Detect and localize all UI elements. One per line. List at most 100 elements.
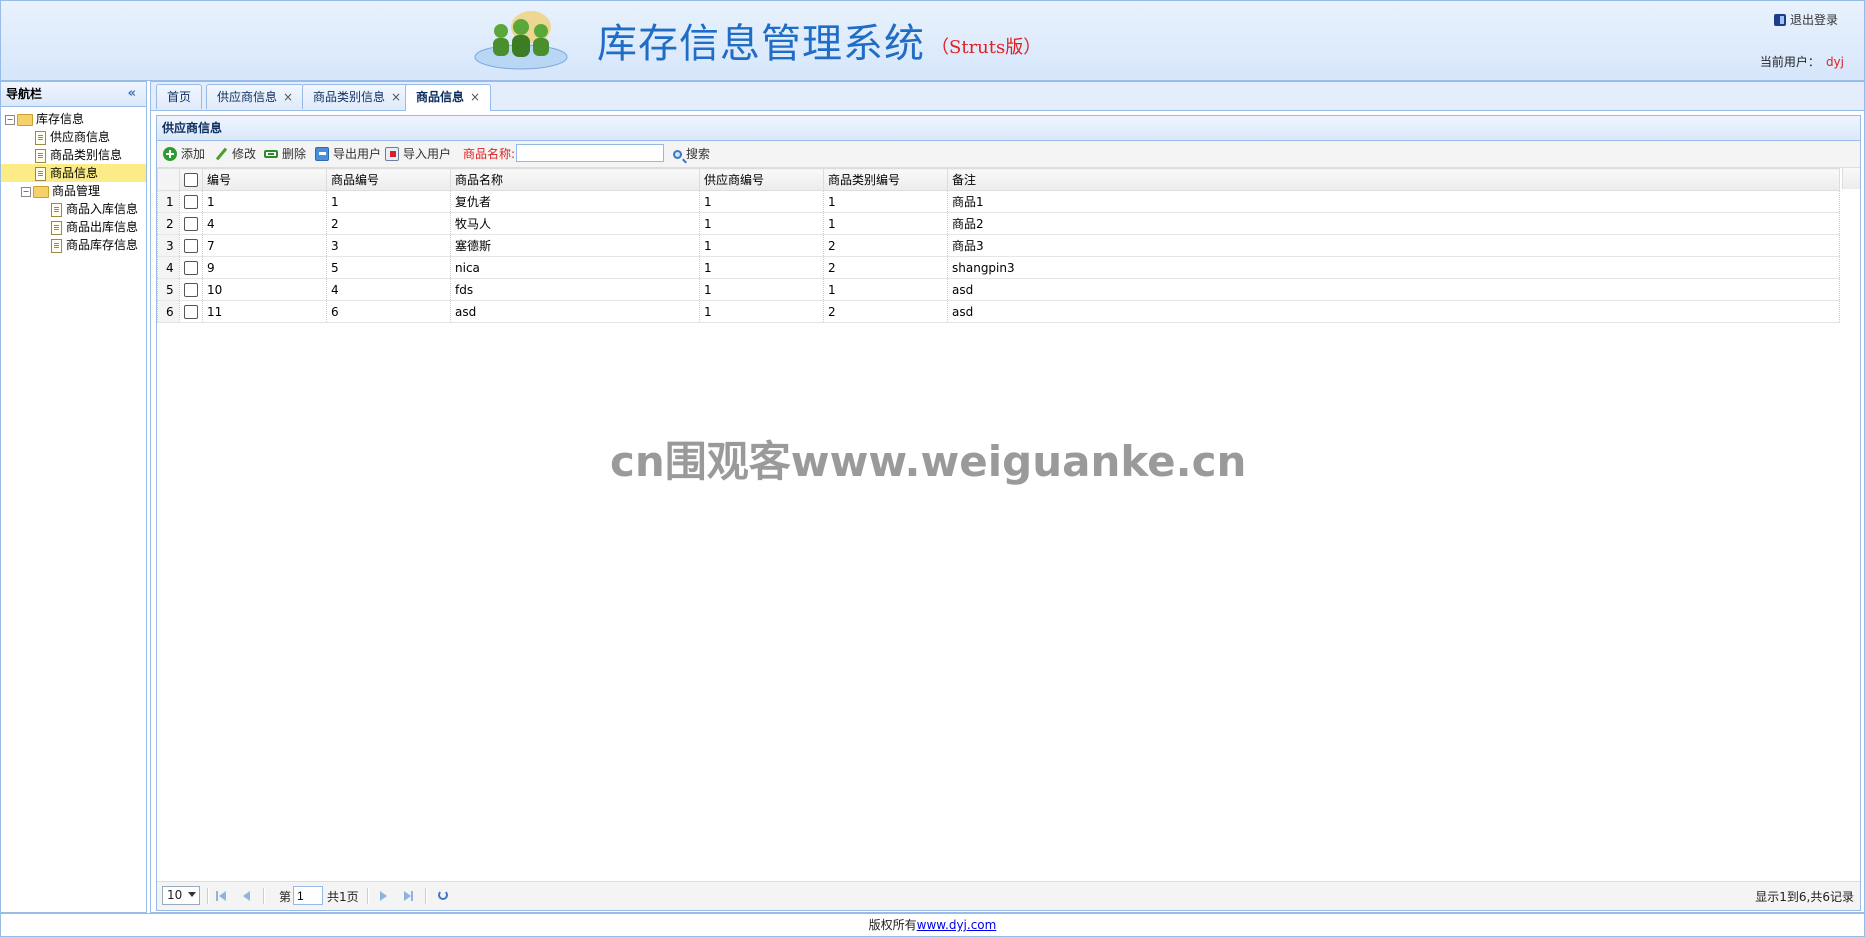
- cell-category-code: 2: [823, 256, 948, 279]
- table-row[interactable]: 5 10 4 fds 1 1 asd: [157, 278, 1840, 301]
- tree-item-stock-in[interactable]: 商品入库信息: [1, 200, 146, 218]
- tab-product[interactable]: 商品信息 ×: [405, 84, 492, 111]
- current-user-info: 当前用户： dyj: [1760, 53, 1844, 70]
- toolbar: 添加 修改 删除 导出用户 导入用户 商品名称: 搜索: [157, 141, 1860, 168]
- tree-collapse-icon[interactable]: −: [5, 114, 15, 125]
- checkbox-icon: [184, 304, 198, 319]
- tree-label: 商品库存信息: [66, 238, 139, 252]
- file-icon: [51, 202, 62, 217]
- cell-category-code: 2: [823, 300, 948, 323]
- cell-supplier-code: 1: [699, 212, 824, 235]
- file-icon: [35, 166, 46, 181]
- cell-product-name: asd: [450, 300, 700, 323]
- tab-label: 商品信息: [416, 90, 465, 104]
- checkbox-icon: [184, 238, 198, 253]
- page-size-value: 10: [167, 888, 183, 902]
- logout-link[interactable]: 退出登录: [1773, 11, 1838, 28]
- column-header-remark[interactable]: 备注: [947, 168, 1840, 191]
- tree-label: 商品入库信息: [66, 202, 139, 216]
- add-button[interactable]: 添加: [163, 141, 205, 167]
- page-size-select[interactable]: 10: [162, 886, 200, 905]
- content-area: 首页 供应商信息 × 商品类别信息 × 商品信息 × 供应商信息 添加 修改 删除 导…: [150, 81, 1865, 913]
- tree-item-category[interactable]: 商品类别信息: [1, 146, 146, 164]
- row-checkbox[interactable]: [179, 278, 203, 301]
- prev-page-button[interactable]: [241, 889, 253, 903]
- pager-separator: [263, 888, 265, 904]
- cell-remark: 商品3: [947, 234, 1840, 257]
- column-header-supplier-code[interactable]: 供应商编号: [699, 168, 824, 191]
- column-header-category-code[interactable]: 商品类别编号: [823, 168, 948, 191]
- table-row[interactable]: 1 1 1 复仇者 1 1 商品1: [157, 190, 1840, 213]
- edit-button[interactable]: 修改: [214, 141, 256, 167]
- refresh-icon[interactable]: [438, 890, 448, 900]
- users-logo-icon: [474, 11, 568, 70]
- cell-remark: 商品2: [947, 212, 1840, 235]
- delete-button[interactable]: 删除: [264, 141, 306, 167]
- last-page-arrow-icon: [404, 891, 411, 901]
- file-icon: [51, 238, 62, 253]
- next-page-icon: [380, 891, 387, 901]
- tab-supplier[interactable]: 供应商信息 ×: [206, 84, 305, 109]
- first-page-arrow-icon: [219, 891, 226, 901]
- column-header-product-code[interactable]: 商品编号: [326, 168, 451, 191]
- table-row[interactable]: 4 9 5 nica 1 2 shangpin3: [157, 256, 1840, 279]
- export-users-button[interactable]: 导出用户: [315, 141, 381, 167]
- row-checkbox[interactable]: [179, 234, 203, 257]
- search-button[interactable]: 搜索: [673, 141, 710, 167]
- table-row[interactable]: 2 4 2 牧马人 1 1 商品2: [157, 212, 1840, 235]
- tree-item-stock-out[interactable]: 商品出库信息: [1, 218, 146, 236]
- tree-folder-product-management[interactable]: − 商品管理: [1, 182, 146, 200]
- row-checkbox[interactable]: [179, 212, 203, 235]
- row-number: 3: [157, 234, 180, 257]
- product-name-label: 商品名称:: [463, 147, 516, 161]
- footer: 版权所有www.dyj.com: [0, 913, 1865, 937]
- close-icon[interactable]: ×: [283, 90, 293, 104]
- cell-remark: shangpin3: [947, 256, 1840, 279]
- import-label: 导入用户: [403, 147, 452, 161]
- cell-product-name: 牧马人: [450, 212, 700, 235]
- tab-label: 商品类别信息: [313, 90, 386, 104]
- tab-category[interactable]: 商品类别信息 ×: [302, 84, 413, 109]
- table-row[interactable]: 6 11 6 asd 1 2 asd: [157, 300, 1840, 323]
- pager-separator: [425, 888, 427, 904]
- product-grid: 编号 商品编号 商品名称 供应商编号 商品类别编号 备注 1 1 1 复仇者 1…: [157, 168, 1860, 323]
- navigation-header: 导航栏 «: [1, 82, 146, 107]
- table-row[interactable]: 3 7 3 塞德斯 1 2 商品3: [157, 234, 1840, 257]
- column-header-product-name[interactable]: 商品名称: [450, 168, 700, 191]
- tab-home[interactable]: 首页: [156, 84, 203, 109]
- cell-category-code: 1: [823, 278, 948, 301]
- select-all-checkbox[interactable]: [179, 168, 203, 191]
- tree-item-supplier[interactable]: 供应商信息: [1, 128, 146, 146]
- file-icon: [51, 220, 62, 235]
- tree-label: 商品出库信息: [66, 220, 139, 234]
- cell-product-code: 4: [326, 278, 451, 301]
- close-icon[interactable]: ×: [470, 90, 480, 104]
- tree-collapse-icon[interactable]: −: [21, 186, 31, 197]
- collapse-icon[interactable]: «: [128, 82, 136, 106]
- close-icon[interactable]: ×: [391, 90, 401, 104]
- checkbox-icon: [184, 260, 198, 275]
- row-checkbox[interactable]: [179, 190, 203, 213]
- tree-item-stock[interactable]: 商品库存信息: [1, 236, 146, 254]
- footer-link[interactable]: www.dyj.com: [917, 918, 997, 932]
- add-icon: [163, 147, 177, 161]
- current-page-input[interactable]: [293, 886, 323, 905]
- tree-folder-inventory[interactable]: − 库存信息: [1, 110, 146, 128]
- row-checkbox[interactable]: [179, 256, 203, 279]
- next-page-button[interactable]: [377, 889, 389, 903]
- app-header: 库存信息管理系统 （Struts版） 退出登录 当前用户： dyj: [0, 0, 1865, 81]
- column-header-id[interactable]: 编号: [202, 168, 327, 191]
- checkbox-icon: [184, 172, 198, 187]
- tree-item-product[interactable]: 商品信息: [1, 164, 146, 182]
- cell-product-code: 5: [326, 256, 451, 279]
- cell-product-code: 3: [326, 234, 451, 257]
- row-checkbox[interactable]: [179, 300, 203, 323]
- first-page-button[interactable]: [215, 889, 227, 903]
- last-page-button[interactable]: [403, 889, 415, 903]
- cell-id: 1: [202, 190, 327, 213]
- import-users-button[interactable]: 导入用户: [385, 141, 451, 167]
- first-page-icon: [216, 891, 218, 901]
- page-label-prefix: 第: [279, 890, 292, 904]
- product-name-search-input[interactable]: [516, 144, 664, 162]
- cell-remark: asd: [947, 278, 1840, 301]
